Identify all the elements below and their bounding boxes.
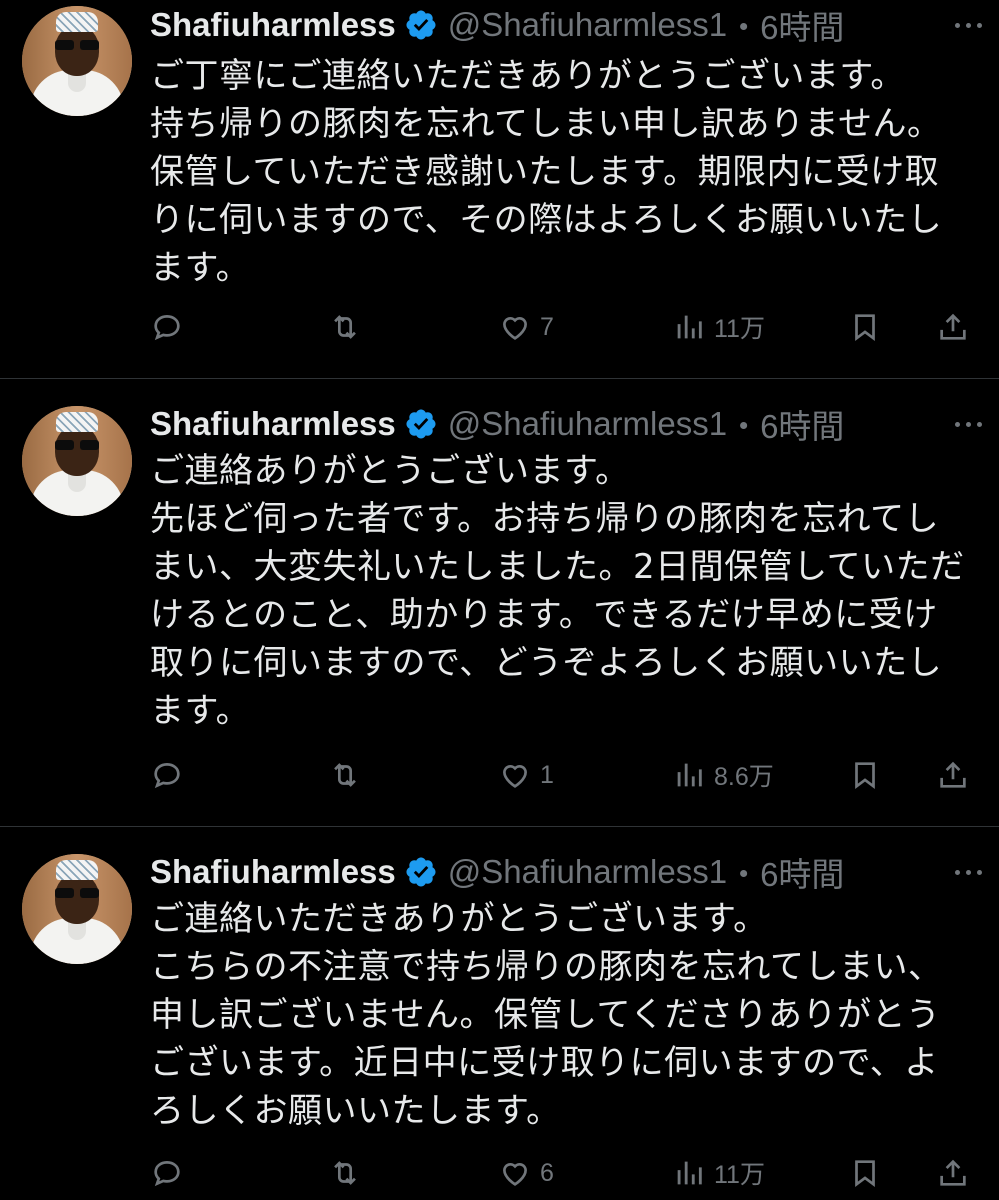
reply-bubble-icon — [154, 315, 180, 341]
share-upload-icon — [940, 761, 966, 788]
more-dots-icon[interactable] — [948, 5, 988, 45]
share-button[interactable] — [936, 305, 970, 349]
like-button[interactable]: 6 — [498, 1151, 554, 1195]
like-count: 7 — [540, 312, 554, 341]
like-count: 1 — [540, 760, 554, 789]
author-handle[interactable]: @Shafiuharmless1 — [448, 6, 727, 44]
tweet-header: Shafiuharmless @Shafiuharmless1 ・6時間 — [150, 399, 844, 449]
bookmark-icon — [855, 1160, 875, 1188]
author-name[interactable]: Shafiuharmless — [150, 405, 396, 443]
tweet-time[interactable]: ・6時間 — [727, 848, 844, 896]
more-dots-icon[interactable] — [948, 852, 988, 892]
tweet[interactable]: Shafiuharmless @Shafiuharmless1 ・6時間 ご丁寧… — [0, 0, 999, 378]
tweet-actions: 1 8.6万 — [150, 753, 980, 797]
bookmark-button[interactable] — [848, 1151, 882, 1195]
views-button[interactable]: 11万 — [672, 305, 765, 349]
retweet-icon — [334, 315, 356, 339]
author-name[interactable]: Shafiuharmless — [150, 853, 396, 891]
tweet-text: ご連絡ありがとうございます。 先ほど伺った者です。お持ち帰りの豚肉を忘れてし ま… — [150, 447, 965, 735]
more-dots-icon[interactable] — [948, 404, 988, 444]
tweet-line: 取りに伺いますので、どうぞよろしくお願いいたし — [150, 643, 943, 683]
retweet-button[interactable] — [328, 753, 362, 797]
share-button[interactable] — [936, 753, 970, 797]
bookmark-button[interactable] — [848, 305, 882, 349]
tweet-actions: 6 11万 — [150, 1151, 980, 1195]
tweet-time[interactable]: ・6時間 — [727, 400, 844, 448]
avatar[interactable] — [22, 406, 132, 516]
like-button[interactable]: 1 — [498, 753, 554, 797]
tweet-line: ご丁寧にご連絡いただきありがとうございます。 — [150, 56, 905, 96]
views-button[interactable]: 8.6万 — [672, 753, 774, 797]
author-handle[interactable]: @Shafiuharmless1 — [448, 853, 727, 891]
share-upload-icon — [940, 1159, 966, 1186]
verified-badge-icon — [406, 10, 436, 40]
author-handle[interactable]: @Shafiuharmless1 — [448, 405, 727, 443]
like-count: 6 — [540, 1158, 554, 1187]
tweet-line: ございます。近日中に受け取りに伺いますので、よ — [150, 1043, 939, 1083]
bookmark-icon — [855, 314, 875, 342]
heart-icon — [503, 764, 527, 788]
tweet-line: りに伺いますので、その際はよろしくお願いいたし — [150, 200, 943, 240]
tweet-header: Shafiuharmless @Shafiuharmless1 ・6時間 — [150, 847, 844, 897]
tweet-time[interactable]: ・6時間 — [727, 1, 844, 49]
views-bar-chart-icon — [677, 315, 702, 339]
views-count: 8.6万 — [714, 763, 774, 791]
views-bar-chart-icon — [677, 763, 702, 787]
reply-button[interactable] — [150, 1151, 184, 1195]
views-bar-chart-icon — [677, 1161, 702, 1185]
retweet-icon — [334, 763, 356, 787]
bookmark-button[interactable] — [848, 753, 882, 797]
share-upload-icon — [940, 313, 966, 340]
tweet-text: ご丁寧にご連絡いただきありがとうございます。 持ち帰りの豚肉を忘れてしまい申し訳… — [150, 52, 965, 292]
retweet-button[interactable] — [328, 305, 362, 349]
avatar[interactable] — [22, 6, 132, 116]
tweet-header: Shafiuharmless @Shafiuharmless1 ・6時間 — [150, 0, 844, 50]
heart-icon — [503, 316, 527, 340]
views-count: 11万 — [714, 1161, 765, 1189]
tweet-line: 持ち帰りの豚肉を忘れてしまい申し訳ありません。 — [150, 104, 942, 144]
tweet-line: ご連絡ありがとうございます。 — [150, 451, 630, 491]
tweet-line: ます。 — [150, 248, 251, 288]
reply-button[interactable] — [150, 305, 184, 349]
tweet-line: けるとのこと、助かります。できるだけ早めに受け — [150, 595, 938, 635]
reply-bubble-icon — [154, 1161, 180, 1187]
views-count: 11万 — [714, 315, 765, 343]
retweet-icon — [334, 1161, 356, 1185]
tweet-actions: 7 11万 — [150, 305, 980, 349]
verified-badge-icon — [406, 409, 436, 439]
author-name[interactable]: Shafiuharmless — [150, 6, 396, 44]
tweet-line: ご連絡いただきありがとうございます。 — [150, 899, 768, 939]
reply-button[interactable] — [150, 753, 184, 797]
tweet-line: ろしくお願いいたします。 — [150, 1091, 561, 1131]
bookmark-icon — [855, 762, 875, 790]
tweet-line: まい、大変失礼いたしました。2日間保管していただ — [150, 547, 965, 587]
retweet-button[interactable] — [328, 1151, 362, 1195]
tweet-line: 申し訳ございません。保管してくださりありがとう — [150, 995, 941, 1035]
tweet-text: ご連絡いただきありがとうございます。 こちらの不注意で持ち帰りの豚肉を忘れてしま… — [150, 895, 965, 1135]
tweet-line: 保管していただき感謝いたします。期限内に受け取 — [150, 152, 940, 192]
reply-bubble-icon — [154, 763, 180, 789]
tweet-line: 先ほど伺った者です。お持ち帰りの豚肉を忘れてし — [150, 499, 940, 539]
share-button[interactable] — [936, 1151, 970, 1195]
heart-icon — [503, 1162, 527, 1186]
views-button[interactable]: 11万 — [672, 1151, 765, 1195]
like-button[interactable]: 7 — [498, 305, 554, 349]
verified-badge-icon — [406, 857, 436, 887]
tweet[interactable]: Shafiuharmless @Shafiuharmless1 ・6時間 ご連絡… — [0, 827, 999, 1200]
avatar[interactable] — [22, 854, 132, 964]
tweet-line: ます。 — [150, 691, 251, 731]
tweet-line: こちらの不注意で持ち帰りの豚肉を忘れてしまい、 — [150, 947, 943, 987]
tweet[interactable]: Shafiuharmless @Shafiuharmless1 ・6時間 ご連絡… — [0, 379, 999, 826]
